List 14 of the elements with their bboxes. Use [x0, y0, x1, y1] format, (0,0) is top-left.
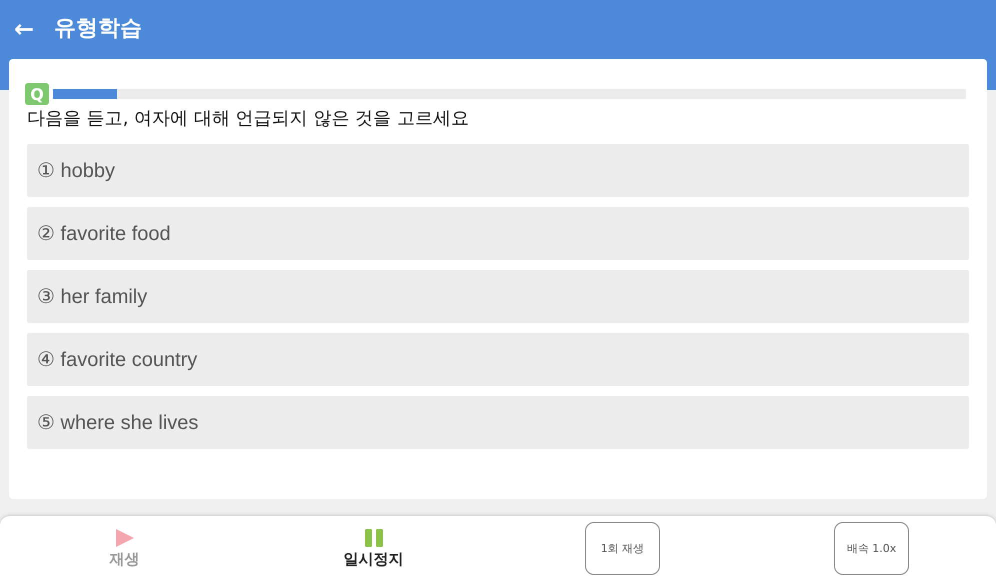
answer-option[interactable]: ③ her family — [27, 270, 969, 323]
pause-button[interactable]: 일시정지 — [344, 528, 404, 568]
page-title: 유형학습 — [54, 15, 142, 43]
pause-icon — [364, 528, 384, 548]
question-badge: Q — [25, 83, 49, 105]
answer-option[interactable]: ① hobby — [27, 144, 969, 197]
answer-option[interactable]: ④ favorite country — [27, 333, 969, 386]
question-text: 다음을 듣고, 여자에 대해 언급되지 않은 것을 고르세요 — [27, 107, 470, 130]
answer-option[interactable]: ② favorite food — [27, 207, 969, 260]
option-button[interactable]: 배속 1.0x — [834, 522, 909, 574]
option-button[interactable]: 1회 재생 — [585, 522, 660, 574]
answer-option[interactable]: ⑤ where she lives — [27, 396, 969, 449]
play-icon — [114, 528, 136, 548]
back-button[interactable]: ← — [14, 12, 34, 46]
